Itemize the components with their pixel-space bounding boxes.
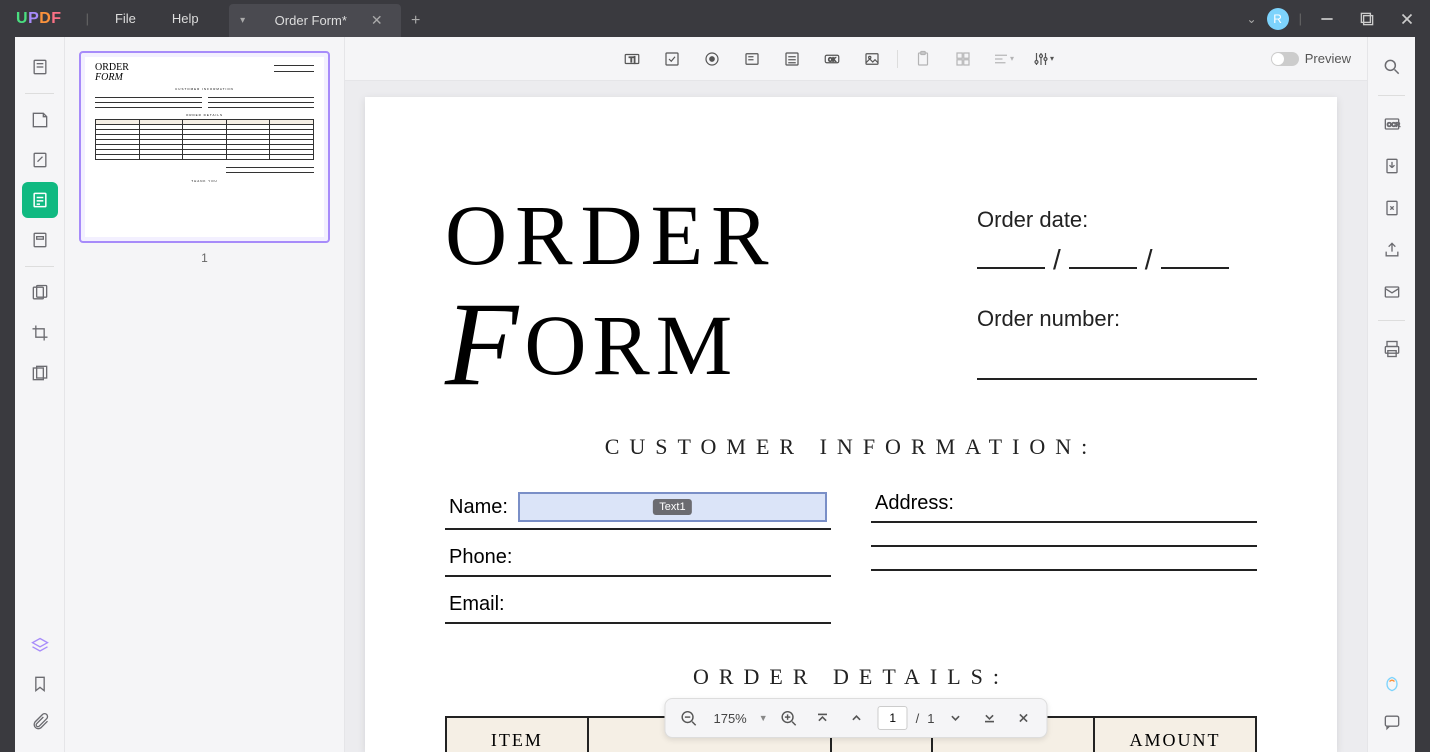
export-icon[interactable]	[1374, 148, 1410, 184]
crop-tool-icon[interactable]	[22, 315, 58, 351]
compress-tool-icon[interactable]	[22, 355, 58, 391]
dropdown-tool-icon[interactable]	[741, 48, 763, 70]
paste-tool-icon[interactable]	[912, 48, 934, 70]
customer-section-title: CUSTOMER INFORMATION:	[445, 434, 1257, 460]
new-tab-button[interactable]: +	[401, 4, 431, 37]
chevron-down-icon[interactable]: ⌄	[1247, 12, 1257, 26]
preview-toggle[interactable]	[1271, 52, 1299, 66]
document-title: ORDER FORM	[445, 197, 776, 394]
table-header-item: ITEM	[446, 717, 588, 752]
document-area: T| OK ▾ ▾ Preview	[345, 37, 1367, 752]
thumbnail-preview: ORDER FORM CUSTOMER INFORMATION ORDER DE…	[85, 57, 324, 237]
button-tool-icon[interactable]: OK	[821, 48, 843, 70]
right-sidebar: OCR	[1367, 37, 1415, 752]
order-number-label: Order number:	[977, 306, 1257, 332]
bookmark-icon[interactable]	[22, 666, 58, 702]
order-date-label: Order date:	[977, 207, 1257, 233]
email-label: Email:	[449, 593, 505, 616]
menu-separator: |	[78, 11, 97, 26]
name-text-field[interactable]: Text1	[518, 492, 827, 522]
order-details-title: ORDER DETAILS:	[445, 664, 1257, 690]
main-container: ORDER FORM CUSTOMER INFORMATION ORDER DE…	[15, 37, 1415, 752]
name-label: Name:	[449, 496, 508, 519]
ai-assistant-icon[interactable]	[1374, 666, 1410, 702]
attachment-icon[interactable]	[22, 704, 58, 740]
svg-text:OCR: OCR	[1387, 123, 1400, 129]
convert-icon[interactable]	[1374, 190, 1410, 226]
minimize-icon[interactable]	[1312, 4, 1342, 34]
sidebar-separator	[1378, 95, 1405, 96]
last-page-icon[interactable]	[977, 705, 1003, 731]
sidebar-separator	[1378, 320, 1405, 321]
titlebar: UPDF | File Help ▾ Order Form* ✕ + ⌄ R |	[0, 0, 1430, 37]
sidebar-separator	[25, 93, 54, 94]
phone-label: Phone:	[449, 546, 512, 569]
document-tab[interactable]: Order Form* ✕	[257, 4, 401, 37]
layers-icon[interactable]	[22, 628, 58, 664]
sidebar-separator	[25, 266, 54, 267]
zoom-navigation-bar: 175% ▼ / 1	[664, 698, 1047, 738]
zoom-in-icon[interactable]	[776, 705, 802, 731]
text-field-tool-icon[interactable]: T|	[621, 48, 643, 70]
share-icon[interactable]	[1374, 232, 1410, 268]
page-total: 1	[927, 711, 934, 726]
close-window-icon[interactable]	[1392, 4, 1422, 34]
window-separator: |	[1299, 11, 1302, 26]
print-icon[interactable]	[1374, 331, 1410, 367]
page-thumbnail[interactable]: ORDER FORM CUSTOMER INFORMATION ORDER DE…	[79, 51, 330, 243]
settings-tool-icon[interactable]: ▾	[1032, 48, 1054, 70]
tab-dropdown[interactable]: ▾	[229, 4, 257, 37]
table-header-amount: AMOUNT	[1094, 717, 1256, 752]
address-label: Address:	[875, 492, 954, 515]
align-tool-icon[interactable]: ▾	[992, 48, 1014, 70]
thumbnails-panel: ORDER FORM CUSTOMER INFORMATION ORDER DE…	[65, 37, 345, 752]
svg-text:T|: T|	[629, 55, 636, 64]
zoom-dropdown-icon[interactable]: ▼	[759, 713, 768, 723]
tab-title: Order Form*	[275, 13, 347, 28]
image-field-tool-icon[interactable]	[861, 48, 883, 70]
checkbox-tool-icon[interactable]	[661, 48, 683, 70]
organize-tool-icon[interactable]	[22, 222, 58, 258]
ocr-icon[interactable]: OCR	[1374, 106, 1410, 142]
form-toolbar: T| OK ▾ ▾ Preview	[345, 37, 1367, 81]
preview-label: Preview	[1305, 51, 1351, 66]
close-tab-icon[interactable]: ✕	[371, 12, 383, 29]
user-avatar[interactable]: R	[1267, 8, 1289, 30]
page-separator: /	[916, 711, 920, 726]
first-page-icon[interactable]	[810, 705, 836, 731]
feedback-icon[interactable]	[1374, 704, 1410, 740]
edit-tool-icon[interactable]	[22, 142, 58, 178]
tab-area: ▾ Order Form* ✕ +	[229, 0, 431, 37]
order-number-field	[977, 352, 1257, 380]
svg-text:OK: OK	[828, 57, 836, 63]
search-icon[interactable]	[1374, 49, 1410, 85]
comment-tool-icon[interactable]	[22, 102, 58, 138]
zoom-value: 175%	[709, 711, 750, 726]
left-sidebar	[15, 37, 65, 752]
form-tool-icon[interactable]	[22, 182, 58, 218]
pdf-page[interactable]: ORDER FORM Order date: // Order number: …	[365, 97, 1337, 752]
reader-tool-icon[interactable]	[22, 49, 58, 85]
titlebar-right: ⌄ R |	[1247, 4, 1430, 34]
prev-page-icon[interactable]	[844, 705, 870, 731]
menu-help[interactable]: Help	[154, 11, 217, 26]
thumbnail-page-number: 1	[79, 251, 330, 265]
email-icon[interactable]	[1374, 274, 1410, 310]
close-bar-icon[interactable]	[1011, 705, 1037, 731]
field-name-badge: Text1	[653, 499, 691, 515]
menu-file[interactable]: File	[97, 11, 154, 26]
grid-tool-icon[interactable]	[952, 48, 974, 70]
next-page-icon[interactable]	[943, 705, 969, 731]
page-number-input[interactable]	[878, 706, 908, 730]
order-date-field: //	[977, 241, 1257, 276]
listbox-tool-icon[interactable]	[781, 48, 803, 70]
radio-tool-icon[interactable]	[701, 48, 723, 70]
zoom-out-icon[interactable]	[675, 705, 701, 731]
toolbar-separator	[897, 50, 898, 68]
app-logo: UPDF	[0, 10, 78, 28]
redact-tool-icon[interactable]	[22, 275, 58, 311]
maximize-icon[interactable]	[1352, 4, 1382, 34]
